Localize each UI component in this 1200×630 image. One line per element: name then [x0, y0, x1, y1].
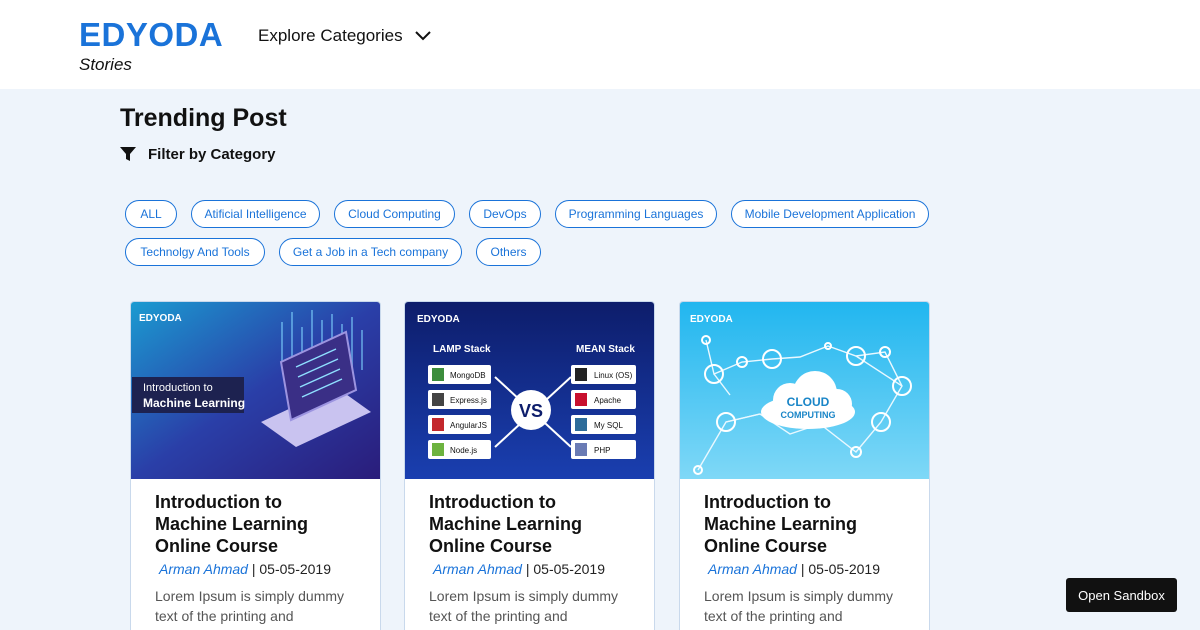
thumb-brand: EDYODA — [417, 314, 460, 325]
thumb-caption-1: Introduction to — [143, 382, 213, 394]
logo[interactable]: EDYODA Stories — [79, 16, 223, 75]
cloud-illustration: CLOUD COMPUTING EDYODA — [680, 302, 929, 479]
post-author[interactable]: Arman Ahmad — [433, 561, 522, 577]
filter-label: Filter by Category — [148, 146, 276, 163]
category-chip-devops[interactable]: DevOps — [469, 200, 541, 228]
post-title[interactable]: Introduction to Machine Learning Online … — [155, 491, 356, 557]
post-title[interactable]: Introduction to Machine Learning Online … — [704, 491, 905, 557]
post-meta: Arman Ahmad | 05-05-2019 — [429, 561, 630, 577]
section-title: Trending Post — [120, 104, 287, 132]
thumb-caption-2: Machine Learning — [143, 396, 245, 410]
logo-subtitle: Stories — [79, 55, 132, 74]
right-item-4: PHP — [594, 446, 610, 455]
right-item-1: Linux (OS) — [594, 371, 633, 380]
post-date: 05-05-2019 — [533, 561, 606, 577]
thumb-brand: EDYODA — [139, 313, 182, 324]
meta-separator: | — [525, 561, 530, 577]
site-header: EDYODA Stories Explore Categories — [0, 0, 1200, 89]
category-chip-tech-job[interactable]: Get a Job in a Tech company — [279, 238, 462, 266]
left-item-2: Express.js — [450, 396, 487, 405]
post-thumbnail-cloud[interactable]: CLOUD COMPUTING EDYODA — [680, 302, 929, 479]
post-meta: Arman Ahmad | 05-05-2019 — [155, 561, 356, 577]
post-thumbnail-ml[interactable]: Introduction to Machine Learning EDYODA — [131, 302, 380, 479]
open-sandbox-button[interactable]: Open Sandbox — [1066, 578, 1177, 612]
post-meta: Arman Ahmad | 05-05-2019 — [704, 561, 905, 577]
stack-illustration: EDYODA LAMP Stack MEAN Stack MongoDB Exp… — [405, 302, 654, 479]
right-item-2: Apache — [594, 396, 622, 405]
post-thumbnail-stack[interactable]: EDYODA LAMP Stack MEAN Stack MongoDB Exp… — [405, 302, 654, 479]
post-date: 05-05-2019 — [259, 561, 332, 577]
post-date: 05-05-2019 — [808, 561, 881, 577]
filter-by-category[interactable]: Filter by Category — [120, 146, 276, 163]
left-stack-heading: LAMP Stack — [433, 344, 491, 355]
category-chip-technology[interactable]: Technolgy And Tools — [125, 238, 265, 266]
chevron-down-icon — [414, 31, 431, 41]
explore-categories-label: Explore Categories — [258, 26, 403, 45]
post-card[interactable]: Introduction to Machine Learning EDYODA … — [130, 301, 381, 630]
left-item-4: Node.js — [450, 446, 477, 455]
funnel-icon — [120, 147, 136, 161]
post-author[interactable]: Arman Ahmad — [159, 561, 248, 577]
meta-separator: | — [251, 561, 256, 577]
vs-label: VS — [519, 401, 543, 421]
category-chip-ai[interactable]: Atificial Intelligence — [191, 200, 320, 228]
post-description: Lorem Ipsum is simply dummy text of the … — [704, 588, 894, 630]
explore-categories-dropdown[interactable]: Explore Categories — [258, 24, 431, 48]
meta-separator: | — [800, 561, 805, 577]
category-chip-all[interactable]: ALL — [125, 200, 177, 228]
post-description: Lorem Ipsum is simply dummy text of the … — [429, 588, 619, 630]
post-card[interactable]: EDYODA LAMP Stack MEAN Stack MongoDB Exp… — [404, 301, 655, 630]
post-title[interactable]: Introduction to Machine Learning Online … — [429, 491, 630, 557]
category-chip-mobile[interactable]: Mobile Development Application — [731, 200, 929, 228]
logo-title: EDYODA — [79, 16, 224, 53]
right-stack-heading: MEAN Stack — [576, 344, 635, 355]
cloud-text-2: COMPUTING — [781, 410, 836, 420]
left-item-1: MongoDB — [450, 371, 486, 380]
post-description: Lorem Ipsum is simply dummy text of the … — [155, 588, 345, 630]
post-author[interactable]: Arman Ahmad — [708, 561, 797, 577]
left-item-3: AngularJS — [450, 421, 487, 430]
thumb-brand: EDYODA — [690, 314, 733, 325]
cloud-text-1: CLOUD — [787, 395, 830, 409]
category-chip-cloud[interactable]: Cloud Computing — [334, 200, 455, 228]
right-item-3: My SQL — [594, 421, 623, 430]
post-card[interactable]: CLOUD COMPUTING EDYODA Introduction to M… — [679, 301, 930, 630]
ml-illustration: Introduction to Machine Learning EDYODA — [131, 302, 380, 479]
category-chip-programming[interactable]: Programming Languages — [555, 200, 717, 228]
category-chip-others[interactable]: Others — [476, 238, 541, 266]
